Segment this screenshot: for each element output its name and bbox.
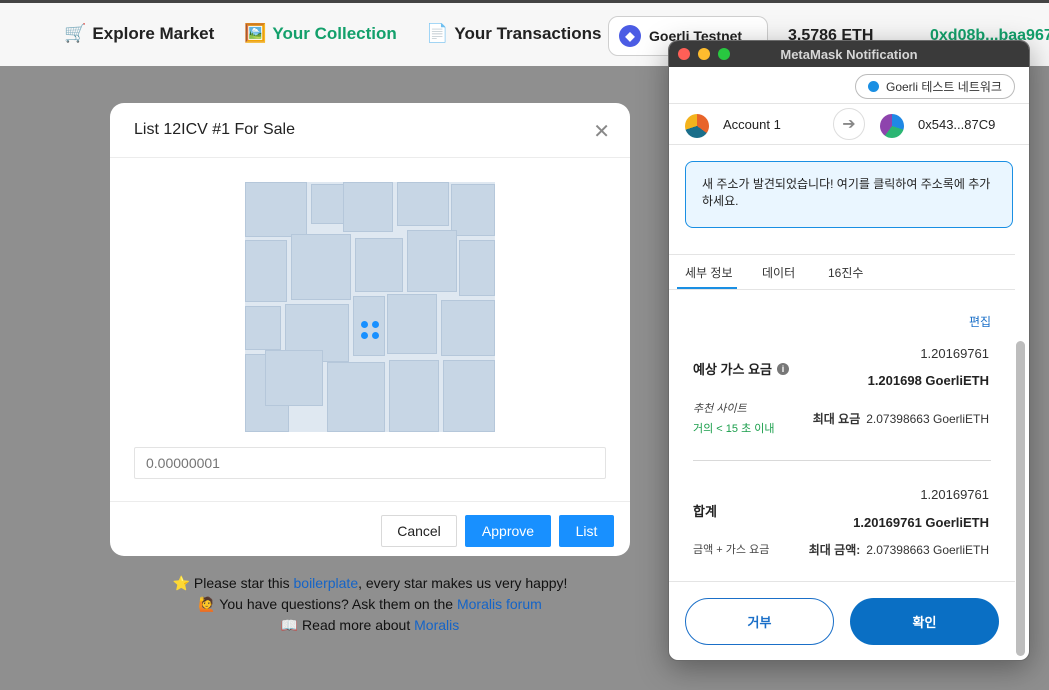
network-status-dot	[868, 81, 879, 92]
approve-button[interactable]: Approve	[465, 515, 551, 547]
footer-star-text: ⭐ Please star this	[172, 575, 294, 591]
gas-max-fee: 최대 요금 2.07398663 GoerliETH	[813, 410, 989, 427]
tab-data[interactable]: 데이터	[762, 264, 795, 281]
info-icon[interactable]: i	[776, 362, 789, 375]
section-divider	[693, 460, 991, 461]
footer-line-questions: 🙋 You have questions? Ask them on the Mo…	[110, 594, 630, 615]
new-address-notice[interactable]: 새 주소가 발견되었습니다! 여기를 클릭하여 주소록에 추가하세요.	[685, 161, 1013, 228]
list-button[interactable]: List	[559, 515, 614, 547]
gas-fee-eth: 1.201698 GoerliETH	[867, 373, 989, 388]
footer-info: ⭐ Please star this boilerplate, every st…	[110, 573, 630, 636]
total-max-value: 2.07398663 GoerliETH	[866, 543, 989, 557]
footer-line-read-more: 📖 Read more about Moralis	[110, 615, 630, 636]
nft-image	[245, 182, 495, 432]
account-transfer-row: Account 1 ➔ 0x543...87C9	[669, 103, 1029, 145]
scrollbar[interactable]	[1016, 341, 1025, 656]
confirm-button[interactable]: 확인	[850, 598, 999, 645]
picture-icon: 🖼️	[244, 23, 267, 43]
reject-button[interactable]: 거부	[685, 598, 834, 645]
close-icon[interactable]: ✕	[593, 119, 610, 144]
price-input[interactable]	[134, 447, 606, 479]
gas-fee-label-text: 예상 가스 요금	[693, 362, 772, 377]
nav-your-collection[interactable]: 🖼️ Your Collection	[244, 23, 397, 44]
gas-recommendation[interactable]: 추천 사이트	[693, 400, 747, 416]
total-max-label: 최대 금액:	[808, 543, 861, 557]
nav-transactions-label: Your Transactions	[454, 23, 602, 43]
footer-line-star: ⭐ Please star this boilerplate, every st…	[110, 573, 630, 594]
nav-your-transactions[interactable]: 📄 Your Transactions	[426, 23, 601, 44]
modal-footer	[110, 501, 630, 556]
cancel-button[interactable]: Cancel	[381, 515, 457, 547]
footer-divider	[669, 581, 1015, 582]
gas-fee-label: 예상 가스 요금 i	[693, 359, 789, 378]
gas-time-estimate: 거의 < 15 초 이내	[693, 423, 775, 435]
detail-tabs: 세부 정보 데이터 16진수	[669, 254, 1015, 290]
modal-header: List 12ICV #1 For Sale	[110, 103, 630, 158]
total-max-amount: 최대 금액: 2.07398663 GoerliETH	[809, 541, 989, 558]
total-label: 합계	[693, 504, 717, 519]
to-account-avatar	[880, 114, 904, 138]
total-sub-label: 금액 + 가스 요금	[693, 544, 770, 556]
list-for-sale-modal: List 12ICV #1 For Sale ✕ Cancel Approv	[110, 103, 630, 556]
arrow-right-icon: ➔	[833, 108, 865, 140]
tab-hex[interactable]: 16진수	[828, 264, 863, 281]
metamask-notification-window: MetaMask Notification Goerli 테스트 네트워크 Ac…	[668, 40, 1030, 661]
footer-star-suffix: , every star makes us very happy!	[358, 575, 568, 591]
gas-max-value: 2.07398663 GoerliETH	[866, 412, 989, 426]
from-account-name: Account 1	[723, 117, 781, 132]
from-account-avatar	[685, 114, 709, 138]
footer-readmore-text: 📖 Read more about	[280, 617, 415, 633]
to-address[interactable]: 0x543...87C9	[918, 117, 995, 132]
ethereum-icon: ◆	[619, 25, 641, 47]
modal-title: List 12ICV #1 For Sale	[134, 121, 295, 138]
nav-explore-market[interactable]: 🛒 Explore Market	[64, 23, 214, 44]
metamask-network-label: Goerli 테스트 네트워크	[886, 80, 1002, 94]
moralis-forum-link[interactable]: Moralis forum	[457, 596, 542, 612]
total-amount: 1.20169761	[920, 487, 989, 502]
close-window-button[interactable]	[678, 48, 690, 60]
loading-spinner	[361, 321, 381, 341]
gas-max-label: 최대 요금	[812, 412, 861, 426]
document-icon: 📄	[426, 23, 449, 43]
total-eth: 1.20169761 GoerliETH	[853, 515, 989, 530]
tab-details[interactable]: 세부 정보	[685, 264, 733, 281]
gas-fee-amount: 1.20169761	[920, 346, 989, 361]
boilerplate-link[interactable]: boilerplate	[294, 575, 359, 591]
metamask-network-pill[interactable]: Goerli 테스트 네트워크	[855, 74, 1015, 99]
active-tab-indicator	[677, 287, 737, 289]
nav-collection-label: Your Collection	[272, 23, 397, 43]
footer-questions-text: 🙋 You have questions? Ask them on the	[198, 596, 457, 612]
cart-icon: 🛒	[64, 23, 87, 43]
nav-explore-label: Explore Market	[92, 23, 215, 43]
moralis-link[interactable]: Moralis	[414, 617, 459, 633]
minimize-window-button[interactable]	[698, 48, 710, 60]
window-titlebar: MetaMask Notification	[669, 41, 1029, 67]
edit-gas-link[interactable]: 편집	[969, 313, 991, 330]
maximize-window-button[interactable]	[718, 48, 730, 60]
